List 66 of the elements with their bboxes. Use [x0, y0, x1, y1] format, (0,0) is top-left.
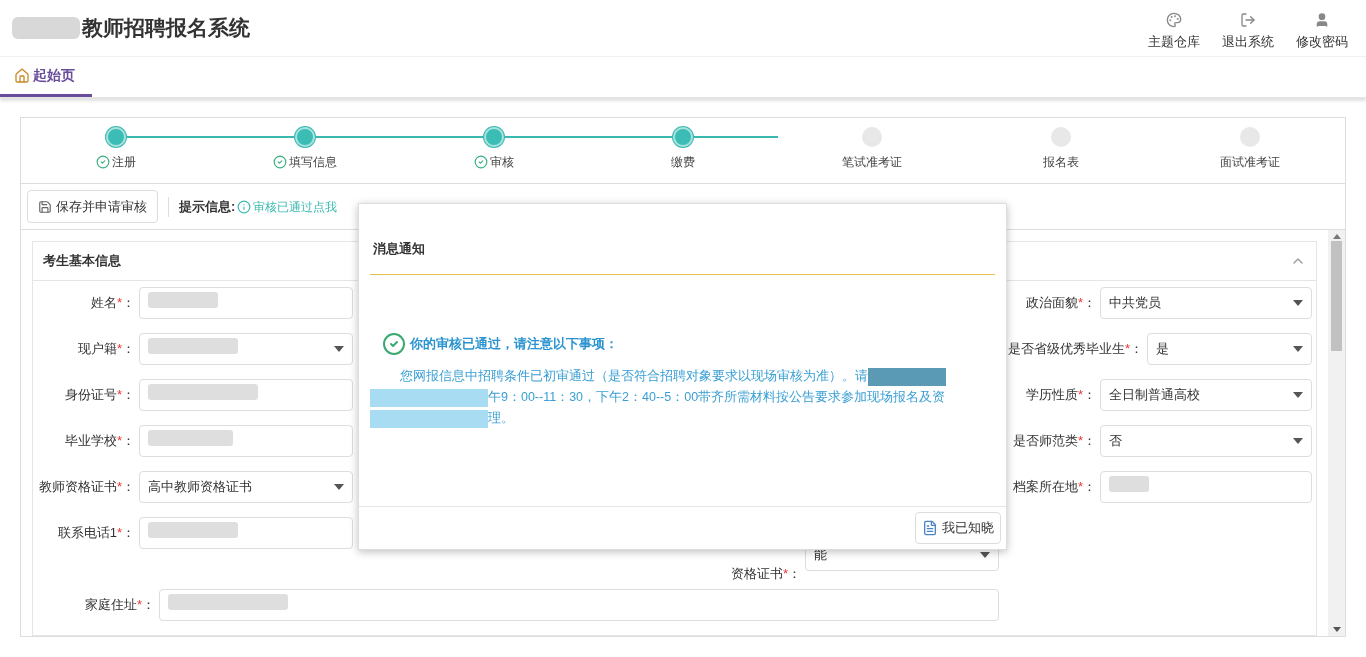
field-label: 资格证书*：: [730, 566, 802, 581]
step-label: 缴费: [671, 154, 695, 171]
input-field[interactable]: [1100, 471, 1312, 503]
info-icon: [237, 199, 252, 214]
step-label: 面试准考证: [1220, 154, 1281, 171]
field-label: 学历性质*：: [1024, 386, 1097, 405]
palette-icon: [1166, 12, 1182, 29]
select-field[interactable]: 否: [1100, 425, 1312, 457]
select-field[interactable]: 高中教师资格证书: [139, 471, 353, 503]
scroll-down-arrow-icon[interactable]: [1332, 627, 1341, 632]
field-label: 现户籍*：: [76, 340, 136, 359]
step-label: 注册: [111, 154, 136, 171]
dropdown-arrow-icon: [334, 346, 344, 352]
header-action-button[interactable]: 退出系统: [1222, 12, 1274, 52]
logout-icon: [1240, 12, 1256, 29]
dropdown-arrow-icon: [1293, 346, 1303, 352]
redacted-value: [1109, 476, 1149, 493]
field-label: 教师资格证书*：: [39, 478, 137, 497]
tab[interactable]: 起始页: [0, 57, 92, 97]
field-label: 家庭住址*：: [83, 596, 156, 615]
save-button[interactable]: 保存并申请审核: [27, 190, 158, 223]
notice-text: 午9：00--11：30，下午2：40--5：00带齐所需材料按公告要求参加现场报名及资: [488, 389, 946, 406]
header-action-button[interactable]: 主题仓库: [1148, 12, 1200, 52]
scrollbar[interactable]: [1328, 230, 1345, 636]
dialog-title: 消息通知: [373, 241, 425, 256]
step-label: 报名表: [1043, 154, 1080, 171]
field-label: 是否师范类*：: [1011, 432, 1097, 451]
dropdown-arrow-icon: [1293, 300, 1303, 306]
input-field[interactable]: [159, 589, 999, 621]
success-icon: [382, 332, 406, 356]
select-field[interactable]: 是: [1147, 333, 1312, 365]
redacted-text: [12, 17, 80, 39]
user-icon: [1314, 12, 1330, 29]
section-title: 考生基本信息: [43, 252, 121, 271]
system-title: 教师招聘报名系统: [82, 15, 250, 42]
field-label: 身份证号*：: [63, 386, 136, 405]
step-label: 笔试准考证: [842, 154, 903, 171]
field-label: 毕业学校*：: [63, 432, 136, 451]
step-label: 审核: [489, 154, 514, 171]
acknowledge-button[interactable]: 我已知晓: [915, 512, 1001, 544]
field-label: 联系电话1*：: [56, 524, 136, 543]
save-icon: [38, 199, 52, 214]
input-field[interactable]: [139, 379, 353, 411]
hint-label: 提示信息:: [179, 197, 236, 216]
home-icon: [14, 67, 30, 84]
field-label: 是否省级优秀毕业生*：: [1008, 340, 1145, 359]
document-icon: [922, 520, 938, 536]
dropdown-arrow-icon: [1293, 438, 1303, 444]
dropdown-arrow-icon: [1293, 392, 1303, 398]
select-field[interactable]: 全日制普通高校: [1100, 379, 1312, 411]
notice-text: 您网报信息中招聘条件已初审通过（是否符合招聘对象要求以现场审核为准）。请: [400, 368, 868, 385]
step-label: 填写信息: [288, 154, 337, 171]
select-field[interactable]: 中共党员: [1100, 287, 1312, 319]
dropdown-arrow-icon: [334, 484, 344, 490]
input-field[interactable]: [139, 425, 353, 457]
field-label: 档案所在地*：: [1011, 478, 1097, 497]
select-field[interactable]: [139, 333, 353, 365]
notice-text: 理。: [488, 410, 514, 427]
scrollbar-thumb[interactable]: [1331, 241, 1342, 351]
field-label: 政治面貌*：: [1024, 294, 1097, 313]
field-label: 姓名*：: [89, 294, 136, 313]
input-field[interactable]: [139, 517, 353, 549]
input-field[interactable]: [139, 287, 353, 319]
redacted-value: [148, 292, 218, 309]
header-action-button[interactable]: 修改密码: [1296, 12, 1348, 52]
dialog-heading: 你的审核已通过，请注意以下事项：: [410, 335, 618, 354]
